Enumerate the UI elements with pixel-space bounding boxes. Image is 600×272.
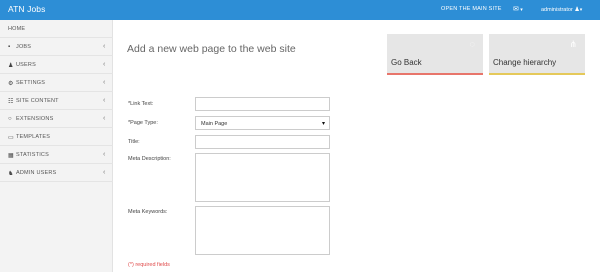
meta-description-textarea[interactable]	[195, 153, 330, 202]
sidebar-item-users[interactable]: ♟ USERS ‹	[0, 56, 113, 74]
go-back-label: Go Back	[391, 58, 422, 67]
sidebar-item-templates[interactable]: ▭ TEMPLATES	[0, 128, 113, 146]
users-icon: ♞	[8, 171, 14, 177]
sidebar: HOME ▪ JOBS ‹ ♟ USERS ‹ ⚙ SETTINGS ‹ ☷ S…	[0, 20, 113, 272]
chevron-left-icon: ‹	[103, 115, 106, 122]
template-icon: ▭	[8, 135, 14, 141]
chevron-down-icon: ▾	[518, 7, 523, 13]
chevron-down-icon: ▾	[579, 7, 583, 13]
sidebar-item-label: SETTINGS	[16, 80, 46, 86]
top-navbar: ATN Jobs OPEN THE MAIN SITE ✉ ▾ administ…	[0, 0, 600, 20]
go-back-tile[interactable]: ◌ Go Back	[387, 34, 483, 75]
chevron-left-icon: ‹	[103, 61, 106, 68]
tile-accent-bar	[489, 73, 585, 75]
sidebar-item-label: HOME	[8, 26, 26, 32]
link-text-input[interactable]	[195, 97, 330, 111]
chevron-left-icon: ‹	[103, 169, 106, 176]
page-title: Add a new web page to the web site	[127, 43, 296, 55]
sidebar-item-label: TEMPLATES	[16, 134, 51, 140]
meta-keywords-label: Meta Keywords:	[128, 209, 168, 215]
required-fields-note: (*) required fields	[128, 262, 170, 268]
sidebar-item-label: JOBS	[16, 44, 32, 50]
title-label: Title:	[128, 139, 140, 145]
user-icon: ♟	[8, 63, 14, 69]
cogs-icon: ⚙	[8, 81, 14, 87]
spinner-icon: ◌	[469, 39, 475, 49]
sidebar-item-label: SITE CONTENT	[16, 98, 59, 104]
sidebar-item-statistics[interactable]: ▦ STATISTICS ‹	[0, 146, 113, 164]
page-type-value: Main Page	[201, 121, 228, 127]
meta-keywords-textarea[interactable]	[195, 206, 330, 255]
tile-accent-bar	[387, 73, 483, 75]
page-type-select[interactable]: Main Page ▾	[195, 116, 330, 130]
sitemap-icon: ☷	[8, 99, 14, 105]
sidebar-item-settings[interactable]: ⚙ SETTINGS ‹	[0, 74, 113, 92]
change-hierarchy-tile[interactable]: ⋔ Change hierarchy	[489, 34, 585, 75]
sidebar-item-home[interactable]: HOME	[0, 20, 113, 38]
chevron-left-icon: ‹	[103, 79, 106, 86]
page-type-label: *Page Type:	[128, 120, 158, 126]
change-hierarchy-label: Change hierarchy	[493, 58, 557, 67]
sidebar-item-jobs[interactable]: ▪ JOBS ‹	[0, 38, 113, 56]
chevron-left-icon: ‹	[103, 97, 106, 104]
circle-icon: ○	[8, 116, 12, 122]
share-icon: ⋔	[569, 39, 577, 49]
sidebar-item-label: USERS	[16, 62, 36, 68]
user-menu[interactable]: administrator ♟▾	[541, 6, 582, 13]
meta-description-label: Meta Description:	[128, 156, 171, 162]
user-menu-label: administrator	[541, 7, 573, 13]
brand-title[interactable]: ATN Jobs	[8, 4, 46, 14]
link-text-label: *Link Text:	[128, 101, 154, 107]
open-main-site-link[interactable]: OPEN THE MAIN SITE	[441, 6, 502, 12]
mail-menu[interactable]: ✉ ▾	[513, 5, 523, 13]
briefcase-icon: ▪	[8, 44, 11, 50]
sidebar-item-site-content[interactable]: ☷ SITE CONTENT ‹	[0, 92, 113, 110]
sidebar-item-label: EXTENSIONS	[16, 116, 54, 122]
caret-down-icon: ▾	[321, 121, 325, 127]
chevron-left-icon: ‹	[103, 151, 106, 158]
sidebar-item-label: ADMIN USERS	[16, 170, 57, 176]
title-input[interactable]	[195, 135, 330, 149]
chevron-left-icon: ‹	[103, 43, 106, 50]
sidebar-item-label: STATISTICS	[16, 152, 49, 158]
chart-icon: ▦	[8, 153, 14, 159]
sidebar-item-extensions[interactable]: ○ EXTENSIONS ‹	[0, 110, 113, 128]
sidebar-item-admin-users[interactable]: ♞ ADMIN USERS ‹	[0, 164, 113, 182]
